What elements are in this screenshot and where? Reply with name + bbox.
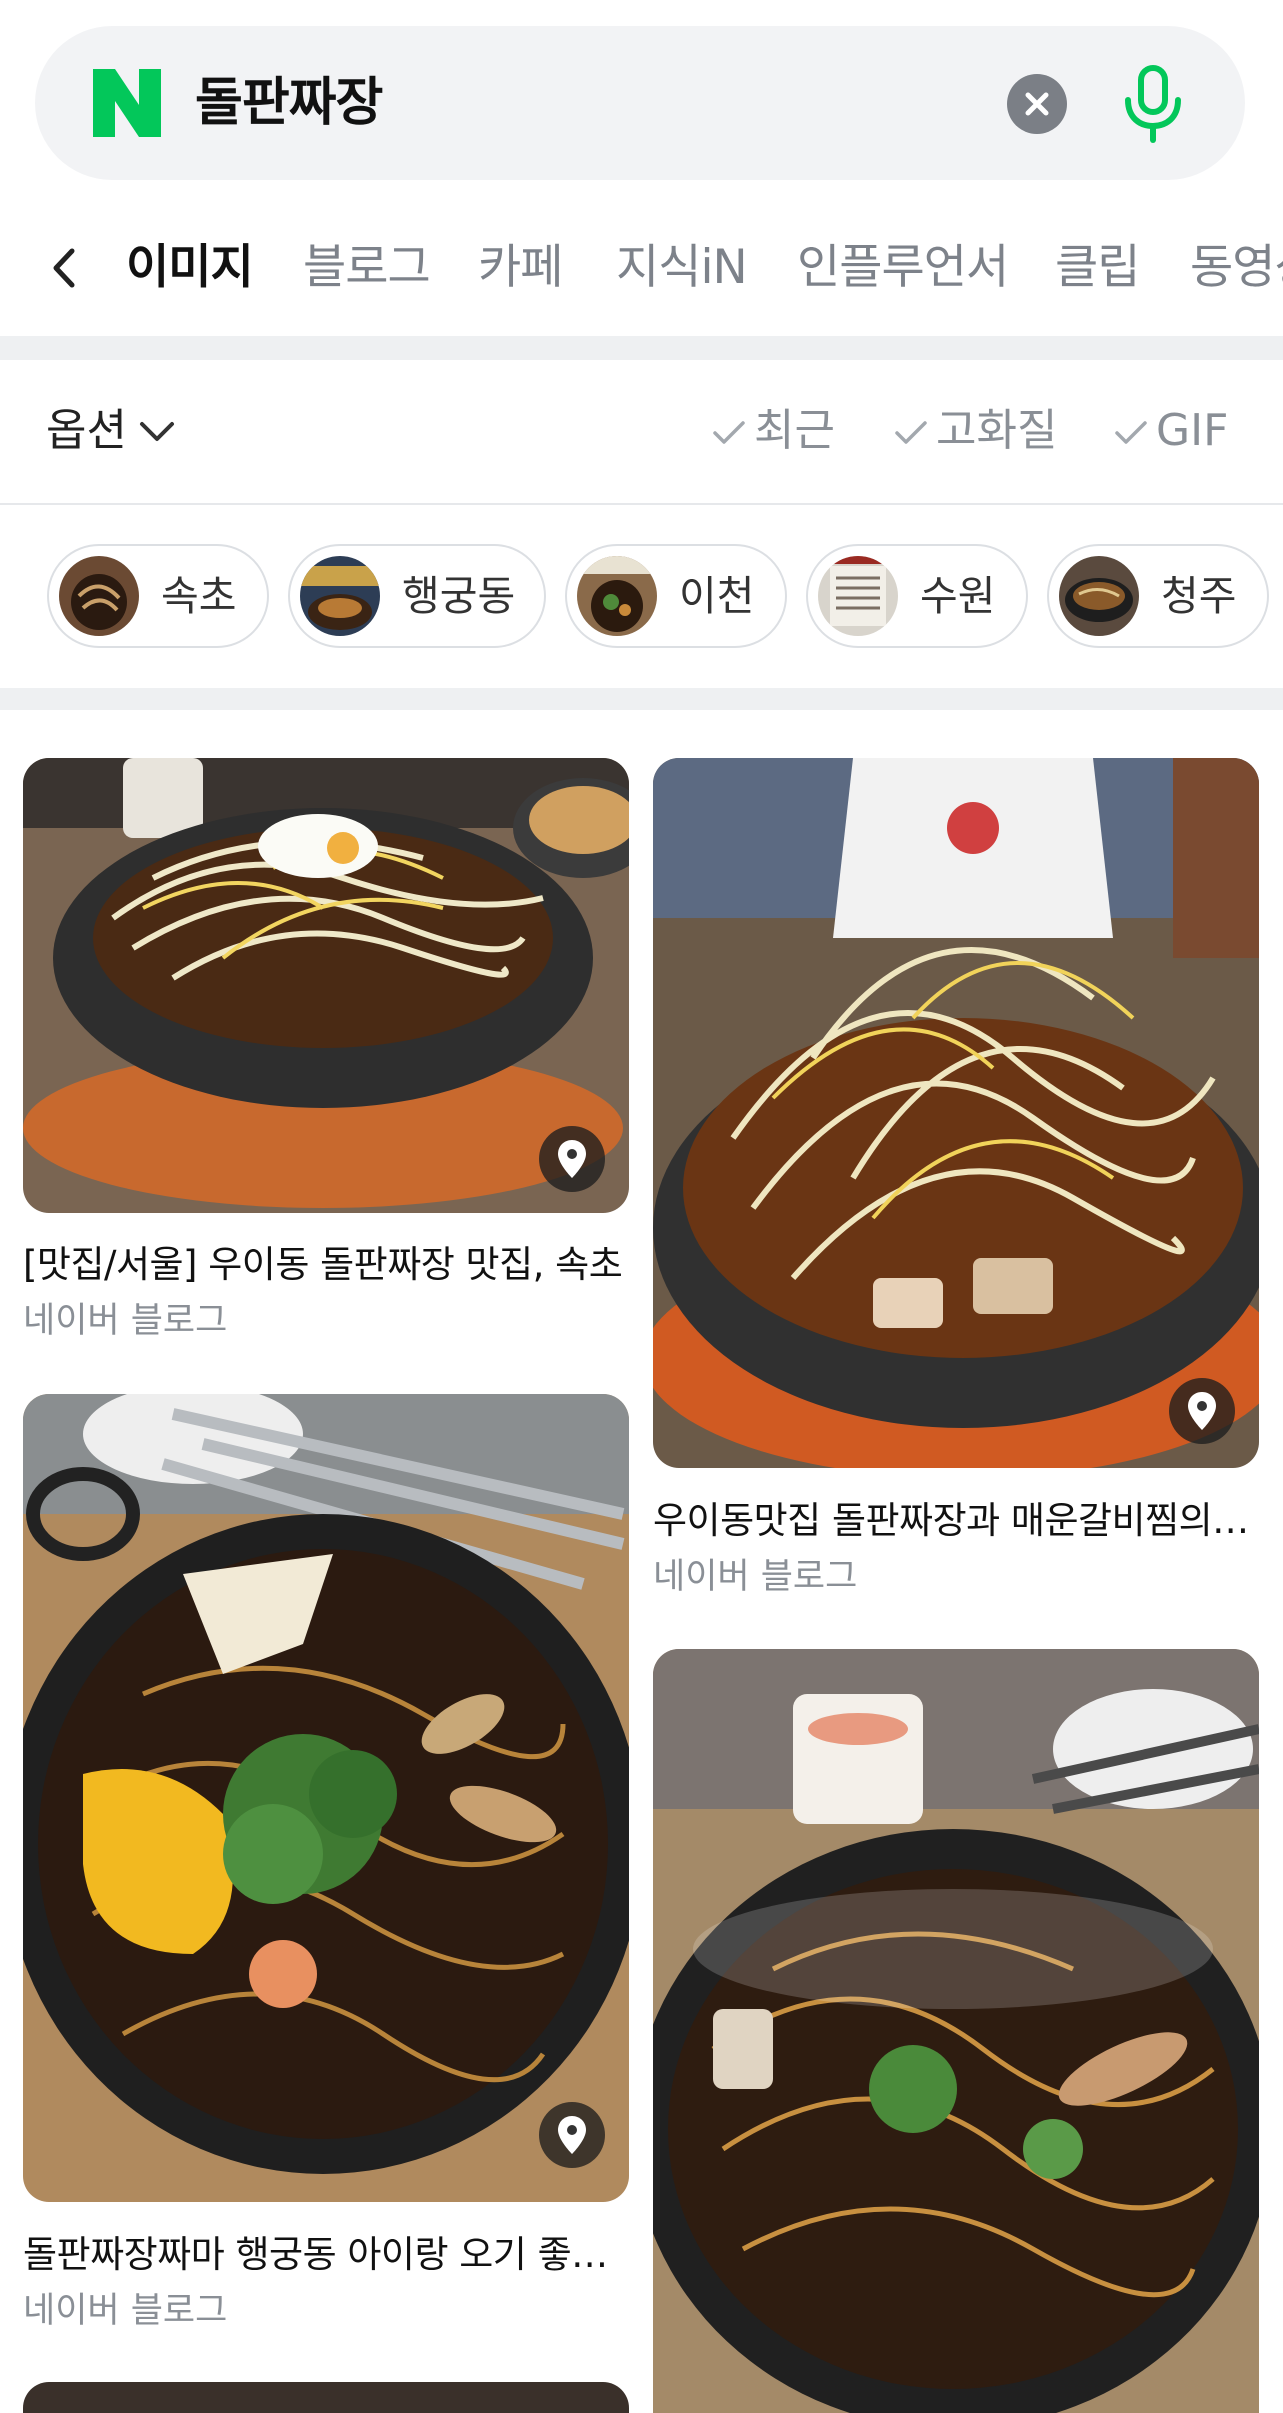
result-source[interactable]: 네이버 블로그 <box>653 1548 857 1599</box>
chip-label: 속초 <box>161 572 237 620</box>
chevron-left-icon[interactable] <box>44 245 84 291</box>
check-icon <box>895 421 927 444</box>
related-chip-haenggung[interactable]: 행궁동 <box>288 544 546 648</box>
options-divider <box>0 503 1283 505</box>
location-pin-icon <box>558 1140 586 1178</box>
result-source[interactable]: 네이버 블로그 <box>23 2282 227 2333</box>
result-title[interactable]: 우이동맛집 돌판짜장과 매운갈비찜의 맛집 <box>653 1490 1253 1544</box>
chip-label: 이천 <box>679 572 755 620</box>
tab-cafe[interactable]: 카페 <box>478 233 563 303</box>
related-chip-icheon[interactable]: 이천 <box>565 544 787 648</box>
result-source[interactable]: 네이버 블로그 <box>23 1292 227 1343</box>
search-query[interactable]: 돌판짜장 <box>195 66 383 140</box>
result-title[interactable]: 돌판짜장짜마 행궁동 아이랑 오기 좋은 맛집 <box>23 2224 623 2278</box>
location-pin-icon <box>558 2116 586 2154</box>
voice-search-button[interactable] <box>1118 64 1188 144</box>
related-chip-suwon[interactable]: 수원 <box>806 544 1028 648</box>
section-divider <box>0 688 1283 710</box>
options-toggle[interactable]: 옵션 <box>46 398 127 464</box>
close-icon <box>1025 92 1049 116</box>
filter-gif[interactable]: GIF <box>1114 398 1228 464</box>
tab-clip[interactable]: 클립 <box>1055 233 1140 303</box>
result-image[interactable] <box>653 758 1259 1468</box>
chip-label: 행궁동 <box>402 572 516 620</box>
chip-thumbnail <box>59 556 139 636</box>
chip-thumbnail <box>300 556 380 636</box>
vertical-tabs: 이미지 블로그 카페 지식iN 인플루언서 클립 동영상 <box>0 225 1283 310</box>
place-button[interactable] <box>539 1126 605 1192</box>
chevron-down-icon[interactable] <box>136 410 178 452</box>
place-button[interactable] <box>1169 1378 1235 1444</box>
filter-high-quality[interactable]: 고화질 <box>894 398 1057 464</box>
related-chip-sokcho[interactable]: 속초 <box>47 544 269 648</box>
tab-video[interactable]: 동영상 <box>1190 233 1283 303</box>
result-image[interactable] <box>653 1649 1259 2413</box>
chip-thumbnail <box>818 556 898 636</box>
result-image[interactable] <box>23 1394 629 2202</box>
filter-gif-label: GIF <box>1156 405 1229 456</box>
chip-thumbnail <box>1059 556 1139 636</box>
tab-image[interactable]: 이미지 <box>126 233 254 303</box>
naver-logo-icon[interactable] <box>93 69 161 137</box>
result-photo <box>653 758 1259 1468</box>
location-pin-icon <box>1188 1392 1216 1430</box>
chip-label: 청주 <box>1161 572 1237 620</box>
filter-recent[interactable]: 최근 <box>712 398 835 464</box>
tab-blog[interactable]: 블로그 <box>303 233 431 303</box>
result-image[interactable] <box>23 2382 629 2413</box>
check-icon <box>713 421 745 444</box>
check-icon <box>1115 421 1147 444</box>
filter-recent-label: 최근 <box>754 405 835 456</box>
search-bar[interactable]: 돌판짜장 <box>35 26 1245 180</box>
microphone-icon <box>1125 65 1181 143</box>
tab-influencer[interactable]: 인플루언서 <box>797 233 1009 303</box>
related-chip-cheongju[interactable]: 청주 <box>1047 544 1269 648</box>
result-photo <box>23 1394 629 2202</box>
place-button[interactable] <box>539 2102 605 2168</box>
chip-label: 수원 <box>920 572 996 620</box>
result-image[interactable] <box>23 758 629 1213</box>
tab-kin[interactable]: 지식iN <box>616 233 748 303</box>
section-divider <box>0 336 1283 360</box>
filter-high-quality-label: 고화질 <box>936 405 1058 456</box>
result-title[interactable]: [맛집/서울] 우이동 돌판짜장 맛집, 속초 <box>23 1234 623 1288</box>
chip-thumbnail <box>577 556 657 636</box>
result-photo <box>653 1649 1259 2413</box>
clear-button[interactable] <box>1007 74 1067 134</box>
